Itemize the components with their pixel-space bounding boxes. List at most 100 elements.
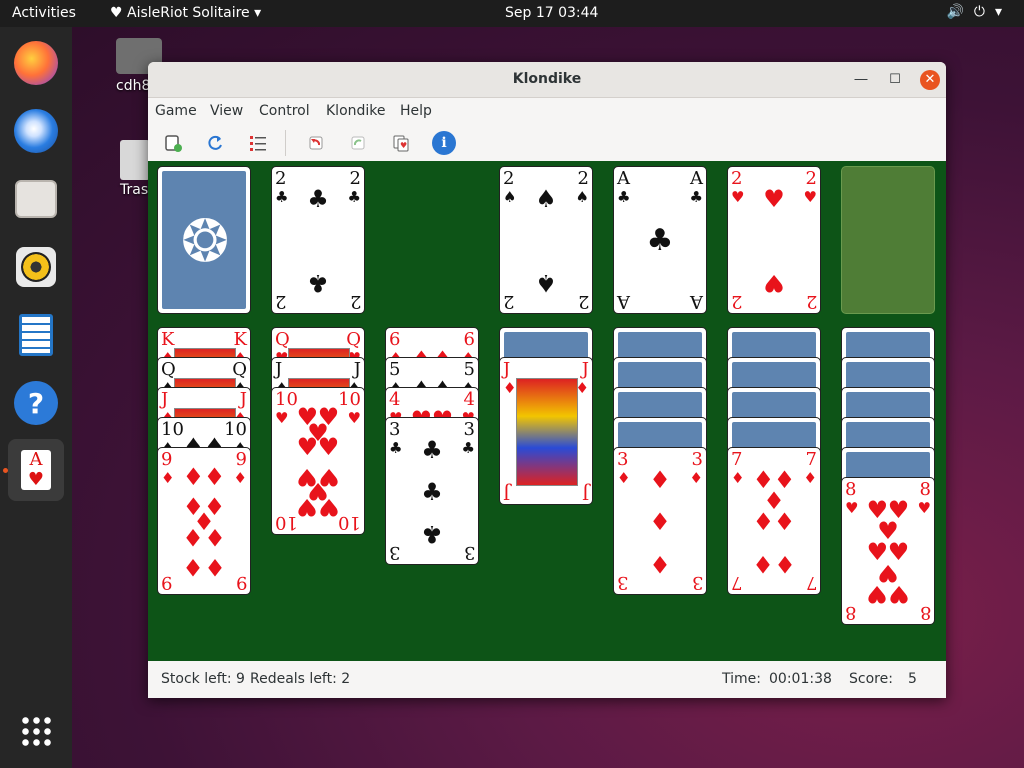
system-tray[interactable]: 🔊⏻▾ bbox=[946, 4, 1012, 20]
close-button[interactable]: ✕ bbox=[920, 70, 940, 90]
heart-icon: ♥ bbox=[110, 5, 123, 21]
restart-icon bbox=[208, 135, 222, 150]
card-rank: K bbox=[161, 329, 175, 350]
playing-card[interactable]: 2 ♠ 2 ♠ 2 2 ♠ ♠ bbox=[499, 166, 593, 314]
card-suit-icon: ♦ bbox=[689, 469, 703, 487]
playing-card[interactable]: J♦J♦JJ bbox=[499, 357, 593, 505]
foundation-slot[interactable] bbox=[841, 166, 935, 314]
card-pip-icon: ♦ bbox=[649, 550, 671, 579]
card-rank: 3 bbox=[691, 449, 703, 470]
card-rank: A bbox=[690, 291, 703, 312]
card-pip-icon: ♣ bbox=[646, 223, 674, 258]
card-suit-icon: ♠ bbox=[575, 188, 589, 206]
title-bar[interactable]: Klondike ― ☐ ✕ bbox=[148, 62, 946, 98]
card-rank: 2 bbox=[275, 168, 287, 189]
thunderbird-launcher[interactable] bbox=[8, 103, 64, 159]
firefox-icon bbox=[14, 41, 58, 85]
playing-card[interactable]: 2 ♥ 2 ♥ 2 2 ♥ ♥ bbox=[727, 166, 821, 314]
playing-card[interactable]: 3 ♣ 3 ♣ 3 3 ♣ ♣ ♣ bbox=[385, 417, 479, 565]
new-game-icon bbox=[165, 135, 182, 152]
card-pip-icon: ♦ bbox=[773, 550, 796, 579]
playing-card[interactable]: 3 ♦ 3 ♦ 3 3 ♦ ♦ ♦ bbox=[613, 447, 707, 595]
card-rank: 2 bbox=[349, 291, 361, 312]
redo-button[interactable] bbox=[347, 132, 369, 154]
playing-card[interactable]: 2 ♣ 2 ♣ 2 2 ♣ ♣ bbox=[271, 166, 365, 314]
card-rank: 7 bbox=[805, 572, 817, 593]
minimize-button[interactable]: ― bbox=[851, 70, 871, 90]
trash-label: Tras bbox=[120, 182, 149, 198]
card-pip-icon: ♥ bbox=[317, 433, 340, 462]
card-pip-icon: ♥ bbox=[887, 580, 910, 609]
card-rank: 7 bbox=[805, 449, 817, 470]
card-suit-icon: ♥ bbox=[803, 188, 817, 206]
menu-game[interactable]: Game bbox=[155, 103, 197, 119]
card-rank: 2 bbox=[805, 291, 817, 312]
desktop-trash[interactable]: Tras bbox=[120, 140, 150, 198]
help-launcher[interactable]: ? bbox=[8, 375, 64, 431]
card-rank: 7 bbox=[731, 449, 743, 470]
restart-button[interactable] bbox=[204, 132, 226, 154]
app-menu[interactable]: ♥ AisleRiot Solitaire ▾ bbox=[110, 5, 261, 21]
firefox-launcher[interactable] bbox=[8, 35, 64, 91]
card-pip-icon: ♣ bbox=[307, 269, 329, 298]
card-suit-icon: ♣ bbox=[461, 439, 475, 457]
card-suit-icon: ♥ bbox=[845, 499, 859, 517]
game-board[interactable]: ❂2♣2♣22♣♣2♠2♠22♠♠A♣A♣AA♣2♥2♥22♥♥K♦K♦KKQ♠… bbox=[148, 161, 946, 661]
court-figure bbox=[516, 378, 578, 486]
chevron-down-icon: ▾ bbox=[254, 5, 262, 21]
card-rank: 2 bbox=[731, 168, 743, 189]
card-pip-icon: ♦ bbox=[182, 463, 205, 492]
card-pip-icon: ♦ bbox=[752, 550, 775, 579]
card-pip-icon: ♦ bbox=[182, 522, 205, 551]
card-rank: Q bbox=[232, 359, 247, 380]
chevron-down-icon: ▾ bbox=[994, 4, 1012, 20]
card-rank: 8 bbox=[919, 602, 931, 623]
card-pip-icon: ♣ bbox=[307, 184, 329, 213]
files-launcher[interactable] bbox=[8, 171, 64, 227]
playing-card[interactable]: 8 ♥ 8 ♥ 8 8 ♥ ♥ ♥ ♥ ♥ ♥ ♥ ♥ bbox=[841, 477, 935, 625]
maximize-button[interactable]: ☐ bbox=[885, 70, 905, 90]
dock: ? A ♥ bbox=[0, 27, 72, 768]
menu-klondike[interactable]: Klondike bbox=[326, 103, 386, 119]
status-bar: Stock left: 9 Redeals left: 2 Time: 00:0… bbox=[148, 661, 946, 698]
trash-icon bbox=[120, 140, 150, 180]
redeals-left: Redeals left: 2 bbox=[250, 671, 351, 687]
card-suit-icon: ♦ bbox=[503, 379, 517, 397]
menu-view[interactable]: View bbox=[210, 103, 243, 119]
card-rank: 2 bbox=[731, 291, 743, 312]
stock-pile[interactable]: ❂ bbox=[157, 166, 251, 314]
playing-card[interactable]: A ♣ A ♣ A A ♣ bbox=[613, 166, 707, 314]
statistics-button[interactable] bbox=[247, 132, 269, 154]
menu-help[interactable]: Help bbox=[400, 103, 432, 119]
score-label: Score: bbox=[849, 671, 893, 687]
card-rank: J bbox=[239, 389, 247, 410]
show-apps-button[interactable] bbox=[8, 703, 64, 759]
menu-control[interactable]: Control bbox=[259, 103, 310, 119]
card-pip-icon: ♥ bbox=[866, 580, 889, 609]
card-rank: A bbox=[617, 291, 630, 312]
card-pip-icon: ♦ bbox=[752, 508, 775, 536]
undo-button[interactable] bbox=[305, 132, 327, 154]
menu-bar: Game View Control Klondike Help bbox=[148, 98, 946, 124]
card-pip-icon: ♠ bbox=[535, 269, 557, 298]
card-pip-icon: ♥ bbox=[763, 184, 785, 213]
playing-card[interactable]: 9 ♦ 9 ♦ 9 9 ♦ ♦ ♦ ♦ ♦ ♦ ♦ ♦ ♦ bbox=[157, 447, 251, 595]
card-pip-icon: ♣ bbox=[421, 478, 443, 506]
show-apps-icon bbox=[20, 715, 52, 747]
new-game-button[interactable] bbox=[162, 132, 184, 154]
writer-launcher[interactable] bbox=[8, 307, 64, 363]
hint-button[interactable]: ♥ bbox=[390, 132, 412, 154]
activities-button[interactable]: Activities bbox=[12, 5, 76, 21]
card-pip-icon: ♥ bbox=[763, 269, 785, 298]
card-rank: J bbox=[353, 359, 361, 380]
home-folder-label: cdh8 bbox=[116, 78, 151, 94]
window-title: Klondike bbox=[512, 71, 582, 87]
clock[interactable]: Sep 17 03:44 bbox=[505, 5, 598, 21]
playing-card[interactable]: 7 ♦ 7 ♦ 7 7 ♦ ♦ ♦ ♦ ♦ ♦ ♦ bbox=[727, 447, 821, 595]
card-rank: 2 bbox=[275, 291, 287, 312]
rhythmbox-launcher[interactable] bbox=[8, 239, 64, 295]
card-pip-icon: ♥ bbox=[296, 433, 319, 462]
info-button[interactable]: i bbox=[432, 131, 456, 155]
playing-card[interactable]: 10 ♥ 10 ♥ 10 10 ♥ ♥ ♥ ♥ ♥ ♥ ♥ ♥ ♥ ♥ bbox=[271, 387, 365, 535]
aisleriot-launcher[interactable]: A ♥ bbox=[8, 439, 64, 501]
